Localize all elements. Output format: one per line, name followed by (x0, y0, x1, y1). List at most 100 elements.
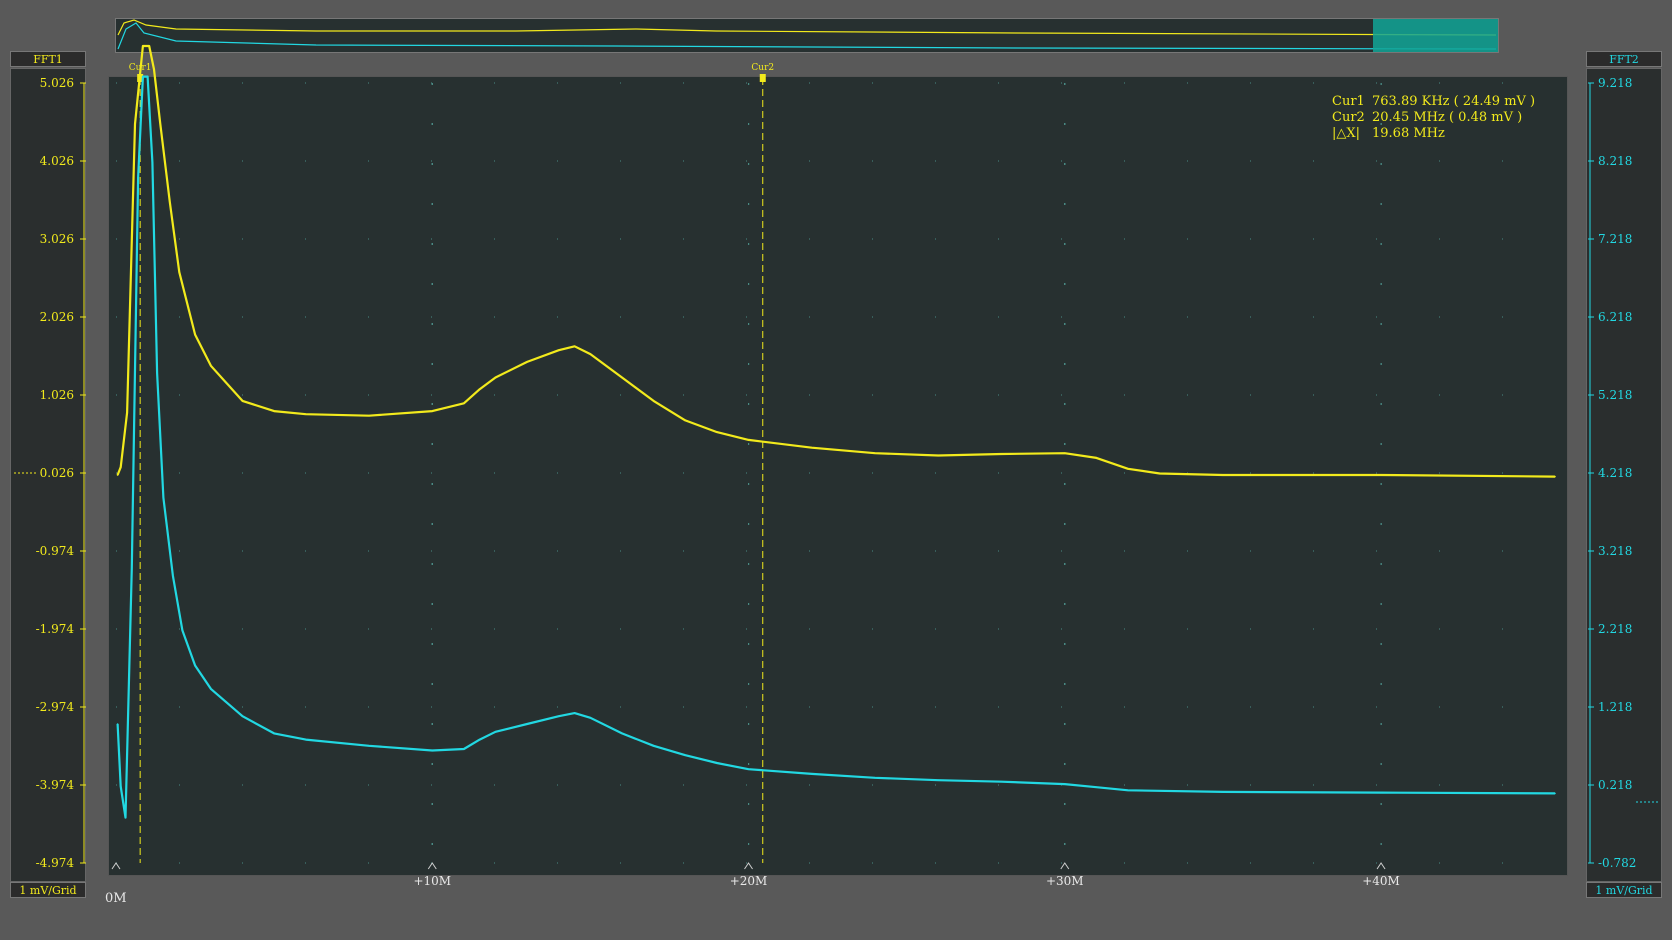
ch2-point (1554, 792, 1556, 795)
ch2-y-axis: 9.218 8.218 7.218 6.218 5.218 4.218 3.218 2.218… (1588, 76, 1658, 870)
readout-name: Cur1 (1332, 94, 1365, 109)
ch1-point (168, 201, 171, 203)
ch2-point (142, 75, 144, 78)
ch1-point (210, 365, 212, 367)
ch1-point (178, 271, 181, 274)
ch1-point (1158, 472, 1161, 475)
ch2-point (273, 732, 275, 735)
ch1-point (134, 123, 136, 125)
ch1-tick-label: 1.026 (40, 388, 74, 402)
ch1-point (273, 410, 275, 412)
ch2-point (478, 738, 481, 741)
readout-value: 20.45 MHz ( 0.48 mV ) (1372, 110, 1523, 125)
ch2-point (589, 716, 592, 719)
ch2-tick-label: 3.218 (1598, 544, 1632, 558)
ch1-point (1554, 475, 1556, 478)
ch1-point (716, 431, 718, 433)
ch2-point (621, 732, 623, 735)
ch2-point (874, 777, 876, 779)
ch2-tick-label: 5.218 (1598, 388, 1632, 402)
ch1-tick-label: 5.026 (40, 76, 74, 90)
ch1-tick-label: 3.026 (40, 232, 74, 246)
x-origin-label: 0M (105, 891, 127, 906)
x-tick-label: +20M (730, 874, 768, 888)
x-tick (1060, 862, 1070, 870)
ch1-point (747, 439, 750, 441)
ch1-point (1000, 453, 1003, 455)
readout-row-cur1: Cur1 763.89 KHz ( 24.49 mV ) (1332, 94, 1535, 110)
ch1-point (937, 454, 940, 457)
ch2-point (463, 748, 465, 750)
ch1-point (526, 361, 528, 363)
ch2-tick-label: 9.218 (1598, 76, 1632, 90)
ch1-point (368, 414, 370, 417)
ch1-point (194, 333, 196, 336)
ch1-point (119, 466, 122, 469)
ch2-tick-label: 2.218 (1598, 622, 1632, 636)
ch2-point (1095, 786, 1098, 788)
ch2-point (810, 773, 813, 775)
ch1-point (463, 402, 465, 405)
ch2-point (241, 715, 244, 718)
ch2-point (1380, 791, 1382, 794)
ch1-tick-label: -3.974 (36, 778, 75, 792)
ch2-point (151, 161, 154, 164)
ch1-point (874, 452, 876, 454)
ch2-point (747, 768, 750, 771)
ch1-point (573, 345, 576, 348)
ch2-point (172, 575, 174, 577)
ch2-point (652, 745, 655, 747)
ch2-tick-label: 6.218 (1598, 310, 1632, 324)
ch1-point (1127, 467, 1129, 470)
ch1-point (684, 419, 687, 422)
ch1-point (148, 45, 151, 47)
ch1-tick-label: -1.974 (36, 622, 75, 636)
ch1-point (478, 388, 481, 391)
ch2-point (181, 629, 184, 632)
ch2-point (557, 715, 560, 718)
readout-value: 763.89 KHz ( 24.49 mV ) (1372, 94, 1536, 109)
grid (116, 82, 1555, 864)
cursor-2-tag: Cur2 (751, 63, 774, 73)
readout-row-cur2: Cur2 20.45 MHz ( 0.48 mV ) (1332, 110, 1535, 126)
ch1-point (589, 353, 592, 355)
ch2-point (162, 497, 165, 499)
ch2-point (137, 177, 139, 179)
ch2-point (119, 785, 122, 788)
ch2-point (716, 762, 718, 764)
ch1-tick-label: -4.974 (36, 856, 75, 870)
ch2-point (304, 738, 307, 741)
ch2-point (526, 723, 528, 725)
cursor-2-handle (759, 74, 766, 82)
x-axis: +10M +20M +30M +40M (111, 862, 1400, 888)
ch1-point (116, 474, 119, 476)
ch2-point (194, 664, 196, 667)
ch2-point (573, 712, 576, 714)
ch1-point (142, 45, 144, 47)
ch2-point (124, 816, 127, 819)
x-tick-label: +40M (1362, 874, 1400, 888)
ch2-tick-label: 4.218 (1598, 466, 1632, 480)
ch1-point (1380, 474, 1382, 476)
x-tick (427, 862, 437, 870)
ch1-tick-label: -0.974 (36, 544, 75, 558)
ch2-point (1000, 780, 1003, 783)
ch1-tick-label: 2.026 (40, 310, 74, 324)
readout-name: Cur2 (1332, 110, 1365, 125)
ch2-point (1222, 791, 1224, 793)
ch2-trace (116, 75, 1556, 819)
ch2-point (146, 75, 149, 78)
x-tick (1376, 862, 1386, 870)
ch1-tick-label: 0.026 (40, 466, 74, 480)
ch2-point (116, 723, 119, 725)
ch1-point (810, 446, 813, 449)
ch2-point (937, 779, 940, 781)
ch2-point (431, 749, 434, 752)
traces (116, 44, 1556, 819)
cursors: Cur1 Cur2 (129, 63, 774, 863)
ch1-point (494, 376, 497, 379)
x-origin-tick (111, 862, 121, 870)
ch2-point (210, 688, 212, 690)
ch1-tick-label: -2.974 (36, 700, 75, 714)
x-tick-label: +30M (1046, 874, 1084, 888)
